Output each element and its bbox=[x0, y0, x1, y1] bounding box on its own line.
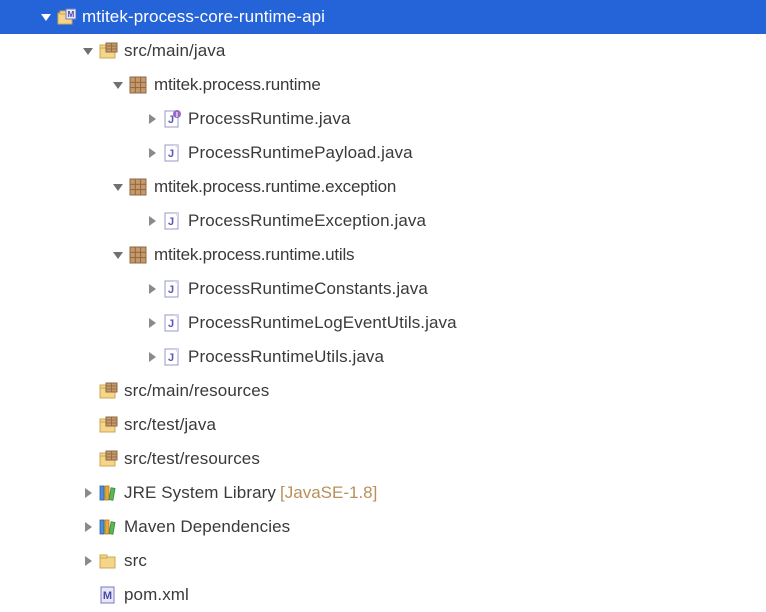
java-file-icon: J bbox=[162, 143, 182, 163]
svg-text:J: J bbox=[168, 216, 174, 228]
java-file-icon: J bbox=[162, 211, 182, 231]
library-icon bbox=[98, 483, 118, 503]
package-label: mtitek.process.runtime.utils bbox=[154, 245, 354, 265]
library-label: JRE System Library bbox=[124, 483, 276, 503]
java-file-icon: J bbox=[162, 313, 182, 333]
tree-row-project[interactable]: M mtitek-process-core-runtime-api bbox=[0, 0, 766, 34]
package-icon bbox=[128, 245, 148, 265]
expand-arrow-icon[interactable] bbox=[38, 9, 54, 25]
package-icon bbox=[128, 177, 148, 197]
package-label: mtitek.process.runtime.exception bbox=[154, 177, 396, 197]
tree-row-pom[interactable]: M pom.xml bbox=[0, 578, 766, 612]
expand-arrow-icon[interactable] bbox=[110, 179, 126, 195]
file-label: ProcessRuntimePayload.java bbox=[188, 143, 413, 163]
library-version-label: [JavaSE-1.8] bbox=[280, 483, 377, 503]
source-folder-icon bbox=[98, 381, 118, 401]
java-file-icon: J bbox=[162, 347, 182, 367]
tree-row-file[interactable]: J ProcessRuntimeUtils.java bbox=[0, 340, 766, 374]
file-label: ProcessRuntimeUtils.java bbox=[188, 347, 384, 367]
collapse-arrow-icon[interactable] bbox=[144, 145, 160, 161]
file-label: ProcessRuntimeException.java bbox=[188, 211, 426, 231]
source-folder-icon bbox=[98, 41, 118, 61]
package-explorer-tree[interactable]: M mtitek-process-core-runtime-api src/ma… bbox=[0, 0, 766, 612]
expand-arrow-icon[interactable] bbox=[110, 77, 126, 93]
maven-pom-icon: M bbox=[98, 585, 118, 605]
tree-row-src-folder[interactable]: src bbox=[0, 544, 766, 578]
svg-text:J: J bbox=[168, 114, 174, 126]
svg-text:J: J bbox=[168, 148, 174, 160]
library-icon bbox=[98, 517, 118, 537]
expand-arrow-icon[interactable] bbox=[110, 247, 126, 263]
svg-text:I: I bbox=[176, 112, 178, 119]
folder-label: src/test/resources bbox=[124, 449, 260, 469]
java-file-icon: J bbox=[162, 279, 182, 299]
svg-text:J: J bbox=[168, 284, 174, 296]
collapse-arrow-icon[interactable] bbox=[80, 553, 96, 569]
tree-row-maven-deps[interactable]: Maven Dependencies bbox=[0, 510, 766, 544]
tree-row-file[interactable]: J ProcessRuntimeConstants.java bbox=[0, 272, 766, 306]
collapse-arrow-icon[interactable] bbox=[144, 315, 160, 331]
collapse-arrow-icon[interactable] bbox=[80, 519, 96, 535]
tree-row-package-utils[interactable]: mtitek.process.runtime.utils bbox=[0, 238, 766, 272]
package-label: mtitek.process.runtime bbox=[154, 75, 321, 95]
folder-label: src bbox=[124, 551, 147, 571]
folder-label: src/test/java bbox=[124, 415, 216, 435]
file-label: ProcessRuntimeConstants.java bbox=[188, 279, 428, 299]
folder-label: src/main/resources bbox=[124, 381, 269, 401]
tree-row-file[interactable]: J ProcessRuntimeLogEventUtils.java bbox=[0, 306, 766, 340]
collapse-arrow-icon[interactable] bbox=[144, 281, 160, 297]
collapse-arrow-icon[interactable] bbox=[80, 485, 96, 501]
source-folder-icon bbox=[98, 449, 118, 469]
svg-text:J: J bbox=[168, 318, 174, 330]
file-label: pom.xml bbox=[124, 585, 189, 605]
tree-row-jre-library[interactable]: JRE System Library [JavaSE-1.8] bbox=[0, 476, 766, 510]
tree-row-package-runtime[interactable]: mtitek.process.runtime bbox=[0, 68, 766, 102]
tree-row-file[interactable]: J I ProcessRuntime.java bbox=[0, 102, 766, 136]
collapse-arrow-icon[interactable] bbox=[144, 111, 160, 127]
tree-row-file[interactable]: J ProcessRuntimePayload.java bbox=[0, 136, 766, 170]
maven-project-icon: M bbox=[56, 7, 76, 27]
svg-text:M: M bbox=[103, 590, 112, 602]
tree-row-package-exception[interactable]: mtitek.process.runtime.exception bbox=[0, 170, 766, 204]
svg-text:M: M bbox=[68, 10, 75, 19]
collapse-arrow-icon[interactable] bbox=[144, 349, 160, 365]
tree-row-src-main-resources[interactable]: src/main/resources bbox=[0, 374, 766, 408]
svg-text:J: J bbox=[168, 352, 174, 364]
collapse-arrow-icon[interactable] bbox=[144, 213, 160, 229]
tree-row-src-test-java[interactable]: src/test/java bbox=[0, 408, 766, 442]
folder-icon bbox=[98, 551, 118, 571]
library-label: Maven Dependencies bbox=[124, 517, 290, 537]
tree-row-file[interactable]: J ProcessRuntimeException.java bbox=[0, 204, 766, 238]
expand-arrow-icon[interactable] bbox=[80, 43, 96, 59]
tree-row-src-main-java[interactable]: src/main/java bbox=[0, 34, 766, 68]
package-icon bbox=[128, 75, 148, 95]
file-label: ProcessRuntime.java bbox=[188, 109, 351, 129]
java-interface-file-icon: J I bbox=[162, 109, 182, 129]
source-folder-icon bbox=[98, 415, 118, 435]
tree-row-src-test-resources[interactable]: src/test/resources bbox=[0, 442, 766, 476]
folder-label: src/main/java bbox=[124, 41, 225, 61]
project-name-label: mtitek-process-core-runtime-api bbox=[82, 7, 325, 27]
file-label: ProcessRuntimeLogEventUtils.java bbox=[188, 313, 457, 333]
